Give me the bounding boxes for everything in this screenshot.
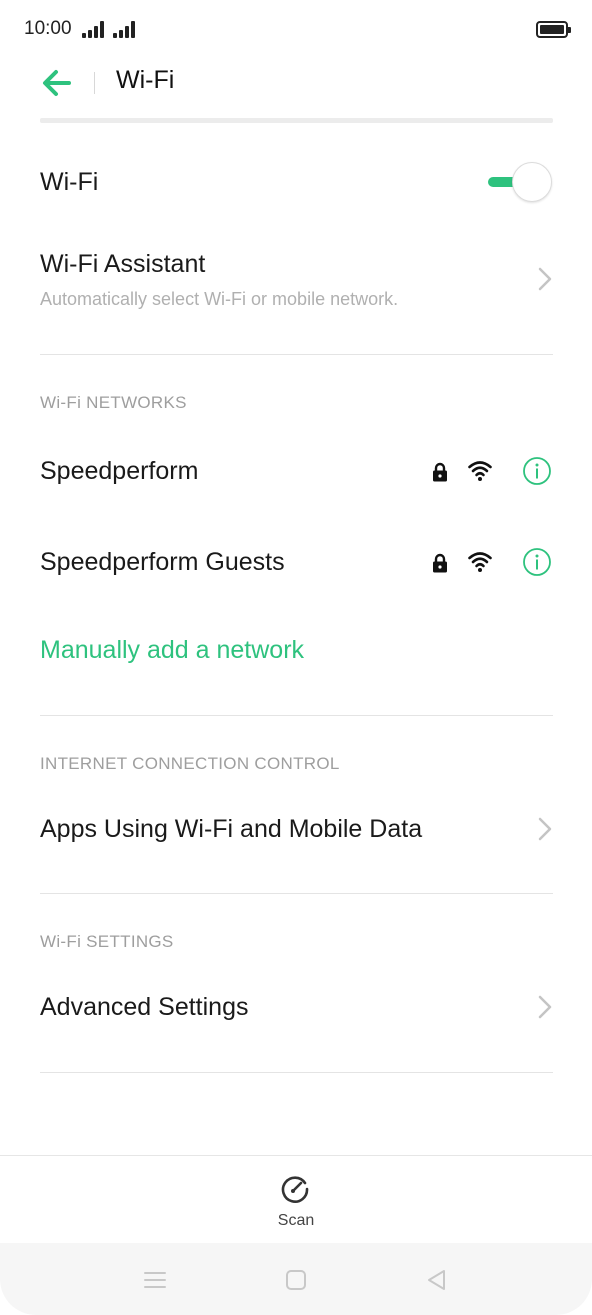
section-header-connection: INTERNET CONNECTION CONTROL	[40, 754, 340, 773]
info-icon[interactable]	[522, 547, 552, 577]
app-bar: Wi-Fi	[0, 60, 592, 106]
scan-icon	[281, 1176, 309, 1203]
signal-icon	[113, 20, 135, 38]
network-icons	[432, 456, 552, 488]
signal-icon	[82, 20, 104, 38]
home-square-icon[interactable]	[283, 1267, 309, 1293]
wifi-assistant-subtitle: Automatically select Wi-Fi or mobile net…	[40, 289, 399, 309]
divider	[40, 715, 553, 716]
apps-using-data-label: Apps Using Wi-Fi and Mobile Data	[40, 815, 423, 843]
info-icon[interactable]	[522, 456, 552, 486]
divider	[40, 893, 553, 894]
page-title: Wi-Fi	[116, 66, 175, 94]
network-name: Speedperform Guests	[40, 548, 285, 576]
lock-icon	[433, 553, 447, 573]
status-time: 10:00	[24, 18, 72, 39]
header-rule	[40, 118, 553, 123]
battery-icon	[536, 21, 571, 38]
divider	[40, 1072, 553, 1073]
arrow-left-icon	[43, 70, 71, 96]
scan-button[interactable]: Scan	[260, 1168, 332, 1234]
network-icons	[432, 547, 552, 579]
wifi-toggle[interactable]	[488, 162, 552, 202]
advanced-settings-label: Advanced Settings	[40, 993, 249, 1021]
bottom-action-bar: Scan	[0, 1155, 592, 1243]
section-header-networks: Wi-Fi NETWORKS	[40, 393, 187, 412]
chevron-right-icon	[538, 995, 552, 1019]
section-header-settings: Wi-Fi SETTINGS	[40, 932, 174, 951]
wifi-assistant-title: Wi-Fi Assistant	[40, 250, 206, 278]
back-triangle-icon[interactable]	[424, 1267, 450, 1293]
status-bar: 10:00	[0, 0, 592, 60]
scan-label: Scan	[277, 1212, 315, 1229]
menu-icon[interactable]	[142, 1267, 168, 1293]
chevron-right-icon	[538, 267, 552, 291]
wifi-signal-icon	[468, 461, 492, 481]
divider	[40, 354, 553, 355]
network-name: Speedperform	[40, 457, 199, 485]
add-network-link[interactable]: Manually add a network	[40, 636, 304, 665]
header-divider	[94, 72, 95, 94]
system-nav-bar	[0, 1243, 592, 1315]
back-button[interactable]	[38, 66, 78, 100]
lock-icon	[433, 462, 447, 482]
wifi-toggle-label: Wi-Fi	[40, 168, 99, 196]
toggle-knob	[512, 162, 552, 202]
wifi-signal-icon	[468, 552, 492, 572]
chevron-right-icon	[538, 817, 552, 841]
